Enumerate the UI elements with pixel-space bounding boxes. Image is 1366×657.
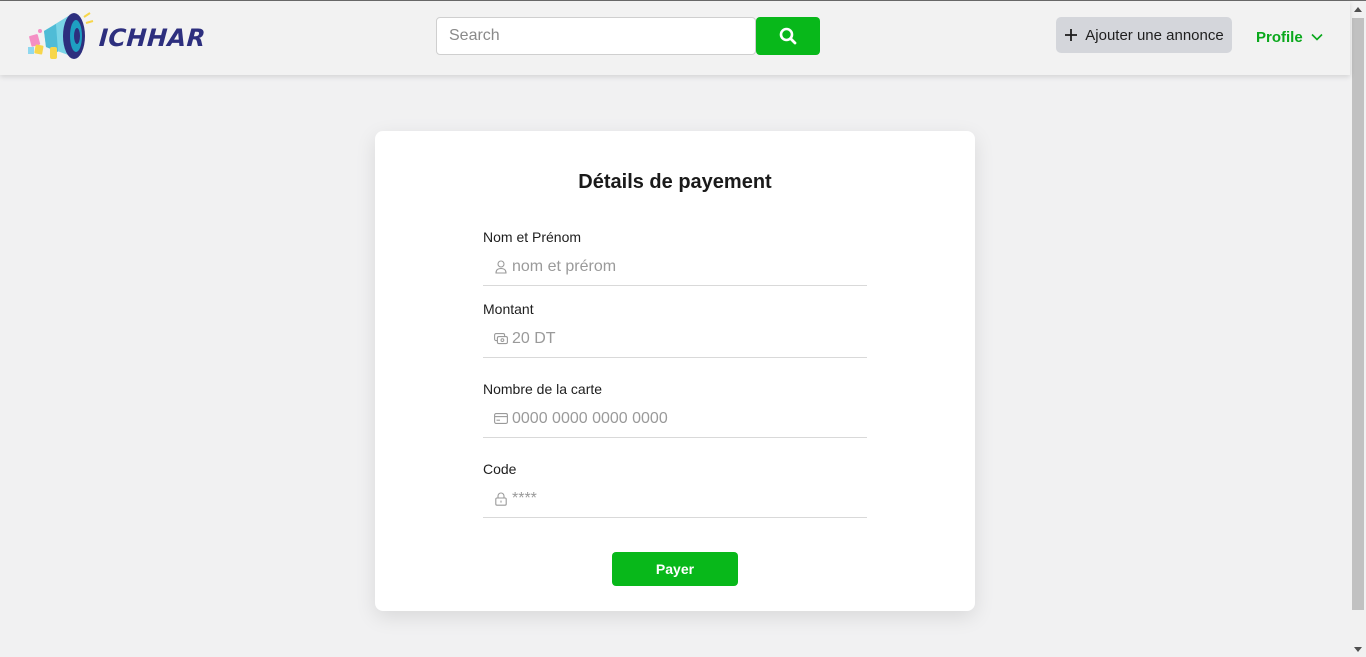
name-field[interactable] xyxy=(483,248,867,286)
name-input[interactable] xyxy=(512,257,867,276)
scroll-up-arrow[interactable] xyxy=(1350,1,1366,17)
lock-icon xyxy=(492,492,510,506)
pay-button[interactable]: Payer xyxy=(612,552,738,586)
add-listing-button[interactable]: Ajouter une annonce xyxy=(1056,17,1232,53)
scroll-down-arrow[interactable] xyxy=(1350,641,1366,657)
code-input[interactable] xyxy=(512,489,867,508)
brand-name: ICHHAR xyxy=(98,24,207,52)
name-field-label: Nom et Prénom xyxy=(483,229,582,245)
card-number-field-group: Nombre de la carte xyxy=(483,381,867,438)
amount-field-group: Montant xyxy=(483,301,867,358)
plus-icon xyxy=(1065,29,1078,41)
payment-card: Détails de payement Nom et Prénom Montan… xyxy=(375,131,975,611)
megaphone-icon xyxy=(28,12,94,59)
search-button[interactable] xyxy=(756,17,820,55)
code-field-label: Code xyxy=(483,461,517,477)
profile-label: Profile xyxy=(1256,28,1303,46)
search-input[interactable] xyxy=(436,17,756,55)
user-icon xyxy=(492,259,510,274)
page-scrollbar[interactable] xyxy=(1350,1,1366,657)
amount-field[interactable] xyxy=(483,320,867,358)
top-navbar: ICHHAR Ajouter une annonce Profile xyxy=(0,1,1350,75)
card-number-input[interactable] xyxy=(512,409,867,428)
search-icon xyxy=(779,27,797,45)
profile-dropdown[interactable]: Profile xyxy=(1256,27,1323,47)
brand-logo[interactable]: ICHHAR xyxy=(26,7,207,65)
card-number-field-label: Nombre de la carte xyxy=(483,381,603,397)
amount-field-label: Montant xyxy=(483,301,534,317)
code-field[interactable] xyxy=(483,480,867,518)
page-title: Détails de payement xyxy=(578,171,772,193)
name-field-group: Nom et Prénom xyxy=(483,229,867,286)
amount-input[interactable] xyxy=(512,329,867,348)
scroll-thumb[interactable] xyxy=(1352,18,1364,610)
money-icon xyxy=(492,332,510,345)
code-field-group: Code xyxy=(483,461,867,518)
card-number-field[interactable] xyxy=(483,400,867,438)
chevron-down-icon xyxy=(1311,33,1323,41)
add-listing-label: Ajouter une annonce xyxy=(1085,26,1224,44)
credit-card-icon xyxy=(492,413,510,424)
